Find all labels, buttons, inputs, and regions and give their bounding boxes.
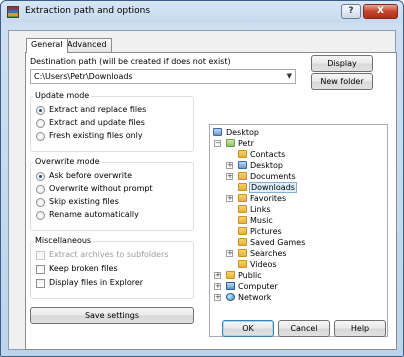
radio-skip-existing-label: Skip existing files <box>49 197 119 206</box>
radio-skip-existing[interactable]: Skip existing files <box>36 197 186 208</box>
tree-node-public-label: Public <box>238 271 262 280</box>
radio-overwrite-without-prompt[interactable]: Overwrite without prompt <box>36 184 186 195</box>
folder-icon <box>238 249 247 257</box>
radio-rename-automatically-indicator[interactable] <box>36 211 45 220</box>
collapse-icon[interactable]: − <box>214 140 221 147</box>
tree-node-music-label: Music <box>250 216 273 225</box>
expand-icon[interactable]: + <box>226 162 233 169</box>
update-mode-title: Update mode <box>33 91 92 100</box>
save-settings-button[interactable]: Save settings <box>30 307 194 324</box>
radio-overwrite-without-prompt-label: Overwrite without prompt <box>49 184 153 193</box>
radio-rename-automatically[interactable]: Rename automatically <box>36 210 186 221</box>
folder-icon <box>238 216 247 224</box>
overwrite-mode-title: Overwrite mode <box>33 157 102 166</box>
expand-icon[interactable]: + <box>214 272 221 279</box>
tree-node-downloads-label: Downloads <box>249 182 297 193</box>
title-help-button[interactable]: ? <box>341 4 361 19</box>
expand-icon[interactable]: + <box>214 283 221 290</box>
tree-node-pictures-label: Pictures <box>250 227 282 236</box>
radio-extract-replace-label: Extract and replace files <box>49 105 147 114</box>
radio-extract-update-indicator[interactable] <box>36 119 45 128</box>
radio-rename-automatically-label: Rename automatically <box>49 210 139 219</box>
expand-icon[interactable]: + <box>214 294 221 301</box>
chevron-down-icon[interactable]: ▼ <box>287 70 292 83</box>
tree-node-contacts-label: Contacts <box>250 150 286 159</box>
radio-extract-update-label: Extract and update files <box>49 118 145 127</box>
radio-fresh-existing-indicator[interactable] <box>36 132 45 141</box>
tree-node-desktop-label: Desktop <box>226 128 259 137</box>
folder-icon <box>238 172 247 180</box>
ok-button[interactable]: OK <box>222 320 274 337</box>
checkbox-display-in-explorer-label: Display files in Explorer <box>49 278 144 287</box>
folder-icon <box>238 150 247 158</box>
tree-node-saved-games-label: Saved Games <box>250 238 306 247</box>
radio-fresh-existing[interactable]: Fresh existing files only <box>36 131 186 142</box>
miscellaneous-title: Miscellaneous <box>33 236 94 245</box>
tree-node-searches-label: Searches <box>250 249 287 258</box>
radio-extract-replace-indicator[interactable] <box>36 106 45 115</box>
folder-icon <box>238 161 247 169</box>
checkbox-display-in-explorer-box[interactable] <box>36 279 45 288</box>
radio-skip-existing-indicator[interactable] <box>36 198 45 207</box>
destination-path-combo[interactable]: C:\Users\Petr\Downloads ▼ <box>30 69 296 84</box>
folder-icon <box>238 238 247 246</box>
tree-node-computer-label: Computer <box>238 282 278 291</box>
tree-node-videos-label: Videos <box>250 260 277 269</box>
user-folder-icon <box>226 139 235 147</box>
winrar-app-icon <box>7 6 19 18</box>
folder-icon <box>238 194 247 202</box>
title-bar[interactable]: Extraction path and options ? X <box>1 1 403 23</box>
destination-path-label: Destination path (will be created if doe… <box>30 57 231 66</box>
expand-icon[interactable]: + <box>226 173 233 180</box>
radio-extract-update[interactable]: Extract and update files <box>36 118 186 129</box>
folder-icon <box>226 271 235 279</box>
folder-icon <box>238 183 247 191</box>
desktop-icon <box>213 128 222 136</box>
radio-ask-before-overwrite-indicator[interactable] <box>36 172 45 181</box>
radio-ask-before-overwrite[interactable]: Ask before overwrite <box>36 171 186 182</box>
folder-tree[interactable]: Desktop − Petr Contacts + Desktop + Docu… <box>209 124 388 337</box>
radio-ask-before-overwrite-label: Ask before overwrite <box>49 171 133 180</box>
cancel-button[interactable]: Cancel <box>278 320 330 337</box>
tree-node-network-label: Network <box>238 293 272 302</box>
new-folder-button[interactable]: New folder <box>311 73 373 90</box>
tree-node-petr-label: Petr <box>238 139 254 148</box>
network-icon <box>226 293 235 301</box>
display-button[interactable]: Display <box>311 55 373 72</box>
folder-icon <box>238 227 247 235</box>
expand-icon[interactable]: + <box>226 195 233 202</box>
dialog-client-area: General Advanced Destination path (will … <box>8 30 397 350</box>
tree-node-user-desktop-label: Desktop <box>250 161 283 170</box>
tab-advanced[interactable]: Advanced <box>62 38 112 52</box>
checkbox-keep-broken-files-label: Keep broken files <box>49 264 118 273</box>
checkbox-display-in-explorer[interactable]: Display files in Explorer <box>36 278 186 289</box>
checkbox-extract-to-subfolders: Extract archives to subfolders <box>36 250 186 261</box>
checkbox-extract-to-subfolders-box <box>36 251 45 260</box>
checkbox-keep-broken-files-box[interactable] <box>36 265 45 274</box>
window-title: Extraction path and options <box>25 6 151 16</box>
tree-node-documents-label: Documents <box>250 172 296 181</box>
tab-general[interactable]: General <box>26 38 68 53</box>
checkbox-keep-broken-files[interactable]: Keep broken files <box>36 264 186 275</box>
expand-icon[interactable]: + <box>226 250 233 257</box>
tree-node-links-label: Links <box>250 205 271 214</box>
checkbox-extract-to-subfolders-label: Extract archives to subfolders <box>49 250 169 259</box>
tree-node-favorites-label: Favorites <box>250 194 287 203</box>
radio-overwrite-without-prompt-indicator[interactable] <box>36 185 45 194</box>
destination-path-value: C:\Users\Petr\Downloads <box>34 72 133 81</box>
help-button[interactable]: Help <box>334 320 386 337</box>
computer-icon <box>226 282 235 290</box>
radio-extract-replace[interactable]: Extract and replace files <box>36 105 186 116</box>
folder-icon <box>238 205 247 213</box>
close-button[interactable]: X <box>363 4 398 19</box>
folder-icon <box>238 260 247 268</box>
dialog-window: Extraction path and options ? X General … <box>0 0 404 357</box>
radio-fresh-existing-label: Fresh existing files only <box>49 131 143 140</box>
